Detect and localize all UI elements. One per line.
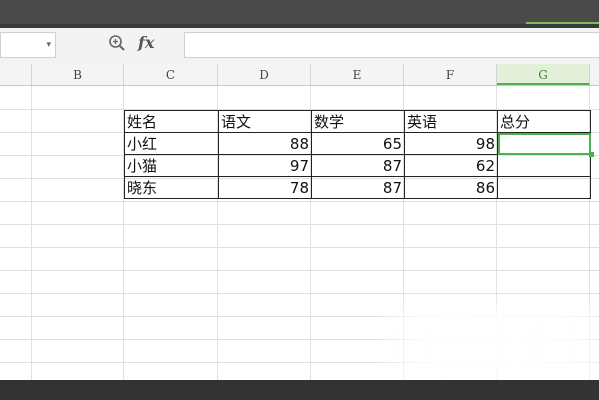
- cell-chinese[interactable]: 97: [218, 154, 312, 177]
- column-header-f[interactable]: F: [404, 64, 497, 85]
- table-row: 小红 88 65 98: [124, 132, 591, 155]
- column-header-e[interactable]: E: [311, 64, 404, 85]
- title-bar: [0, 0, 599, 24]
- column-header-row: B C D E F G: [0, 64, 599, 86]
- zoom-icon[interactable]: [108, 34, 126, 52]
- column-header-c[interactable]: C: [124, 64, 218, 85]
- cell-english[interactable]: 86: [404, 176, 498, 199]
- cell-name[interactable]: 晓东: [124, 176, 219, 199]
- cell-name[interactable]: 小红: [124, 132, 219, 155]
- header-cell-chinese[interactable]: 语文: [218, 110, 312, 133]
- table-row: 晓东 78 87 86: [124, 176, 591, 199]
- cell-total-selected[interactable]: [497, 132, 591, 155]
- formula-bar: ▾ fx: [0, 28, 599, 65]
- cell-total[interactable]: [497, 154, 591, 177]
- function-icon[interactable]: fx: [138, 32, 154, 54]
- header-cell-total[interactable]: 总分: [497, 110, 591, 133]
- column-header-g[interactable]: G: [497, 64, 590, 85]
- header-cell-math[interactable]: 数学: [311, 110, 405, 133]
- header-cell-english[interactable]: 英语: [404, 110, 498, 133]
- cell-chinese[interactable]: 78: [218, 176, 312, 199]
- cell-english[interactable]: 98: [404, 132, 498, 155]
- screen-glare: [375, 304, 599, 380]
- column-header-b[interactable]: B: [32, 64, 124, 85]
- screenshot: ▾ fx B C D E F G 姓名 语文 数学 英语 总分 小红 88 65…: [0, 0, 599, 400]
- active-tab-indicator: [526, 22, 599, 24]
- cell-english[interactable]: 62: [404, 154, 498, 177]
- fill-handle[interactable]: [589, 152, 594, 157]
- cell-chinese[interactable]: 88: [218, 132, 312, 155]
- header-cell-name[interactable]: 姓名: [124, 110, 219, 133]
- chevron-down-icon[interactable]: ▾: [46, 37, 51, 53]
- cell-math[interactable]: 87: [311, 176, 405, 199]
- cell-math[interactable]: 65: [311, 132, 405, 155]
- table-header-row: 姓名 语文 数学 英语 总分: [124, 110, 591, 133]
- bottom-bezel: [0, 380, 599, 400]
- column-header-d[interactable]: D: [218, 64, 311, 85]
- name-box[interactable]: ▾: [0, 32, 56, 58]
- column-header-a[interactable]: [0, 64, 32, 85]
- column-header-h[interactable]: [590, 64, 599, 85]
- cell-name[interactable]: 小猫: [124, 154, 219, 177]
- spreadsheet-grid[interactable]: B C D E F G 姓名 语文 数学 英语 总分 小红 88 65 98 小…: [0, 64, 599, 380]
- table-row: 小猫 97 87 62: [124, 154, 591, 177]
- score-table: 姓名 语文 数学 英语 总分 小红 88 65 98 小猫 97 87 62 晓…: [124, 110, 591, 199]
- cell-total[interactable]: [497, 176, 591, 199]
- cell-math[interactable]: 87: [311, 154, 405, 177]
- formula-input[interactable]: [184, 32, 599, 58]
